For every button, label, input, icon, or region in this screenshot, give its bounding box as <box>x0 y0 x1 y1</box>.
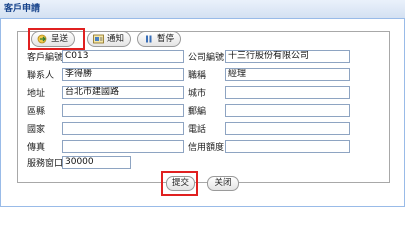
phone-label: 電話 <box>188 125 207 135</box>
zip-field[interactable] <box>225 104 350 117</box>
city-field[interactable] <box>225 86 350 99</box>
service-label: 服務窗口 <box>27 159 64 169</box>
notify-icon <box>93 34 104 44</box>
customer-no-field[interactable]: C013 <box>62 50 184 63</box>
title-label: 職稱 <box>188 71 207 81</box>
country-field[interactable] <box>62 122 184 135</box>
pause-button[interactable]: 暫停 <box>137 31 182 47</box>
region-label: 區縣 <box>27 107 46 117</box>
country-label: 國家 <box>27 125 46 135</box>
company-no-label: 公司編號 <box>188 53 225 63</box>
company-no-field[interactable]: 十三行股份有限公司 <box>225 50 350 63</box>
customer-no-label: 客戶編號 <box>27 53 64 63</box>
pause-button-label: 暫停 <box>157 34 175 44</box>
fax-label: 傳真 <box>27 143 46 153</box>
credit-field[interactable] <box>225 140 350 153</box>
notify-button[interactable]: 通知 <box>87 31 132 47</box>
contact-label: 聯系人 <box>27 71 55 81</box>
close-button[interactable]: 关闭 <box>207 176 239 191</box>
city-label: 城市 <box>188 89 207 99</box>
phone-field[interactable] <box>225 122 350 135</box>
zip-label: 郵編 <box>188 107 207 117</box>
service-field[interactable]: 30000 <box>62 156 131 169</box>
region-field[interactable] <box>62 104 184 117</box>
send-button-highlight <box>28 28 85 50</box>
pause-icon <box>143 34 154 44</box>
title-field[interactable]: 經理 <box>225 68 350 81</box>
credit-label: 信用額度 <box>188 143 225 153</box>
address-field[interactable]: 台北市建國路 <box>62 86 184 99</box>
window-title: 客戶申請 <box>0 0 405 19</box>
address-label: 地址 <box>27 89 46 99</box>
submit-button-highlight <box>161 171 198 196</box>
notify-button-label: 通知 <box>107 34 125 44</box>
contact-field[interactable]: 李得勝 <box>62 68 184 81</box>
fax-field[interactable] <box>62 140 184 153</box>
